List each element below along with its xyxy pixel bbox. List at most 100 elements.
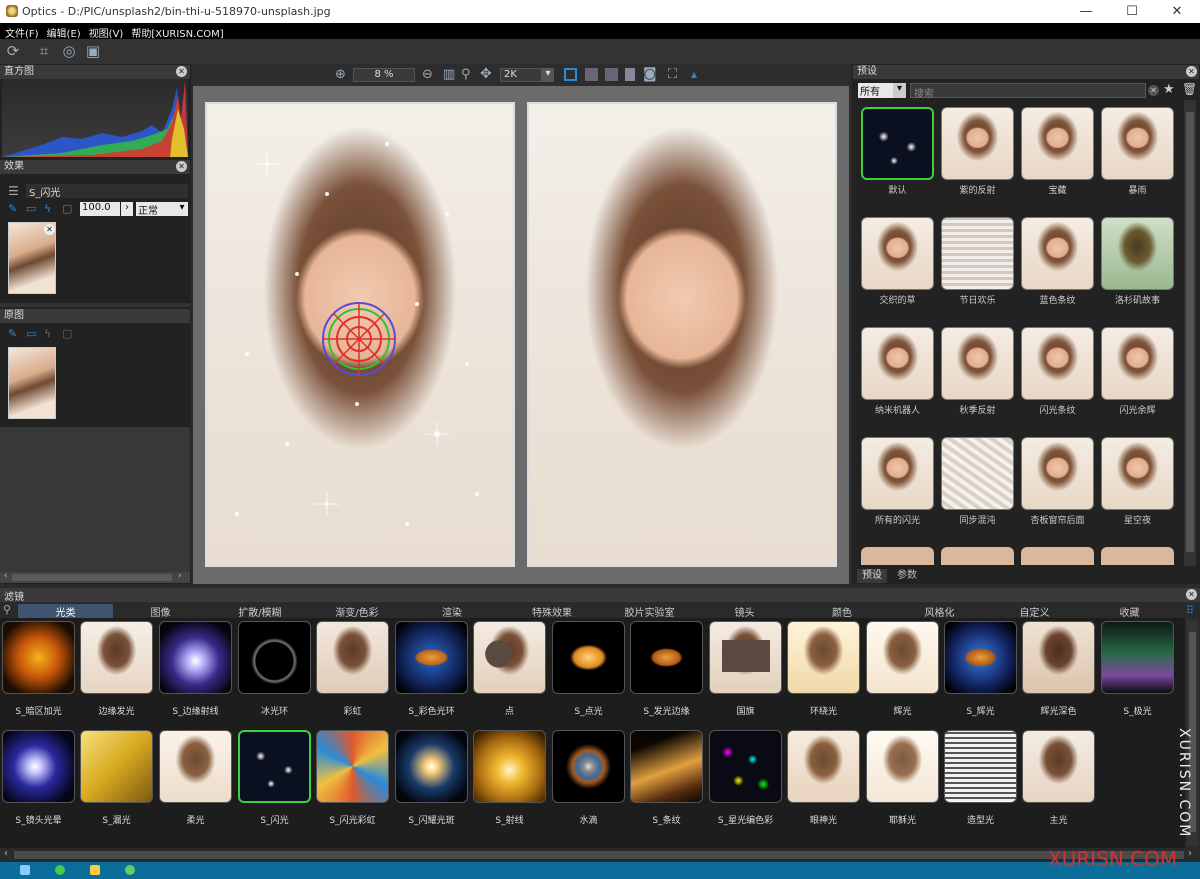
- blend-mode-select[interactable]: 正常: [136, 202, 176, 217]
- bottom-scrollbar[interactable]: ‹ ›: [0, 848, 1200, 862]
- clear-search-icon[interactable]: ✕: [1148, 85, 1159, 96]
- menu-edit[interactable]: 编辑(E): [42, 23, 84, 40]
- preset-search-input[interactable]: 搜索: [910, 83, 1146, 100]
- filter-tile[interactable]: 环绕光: [787, 621, 860, 721]
- maximize-button[interactable]: ☐: [1109, 0, 1155, 23]
- lightning-icon[interactable]: ϟ: [44, 202, 51, 215]
- original-lightning-icon[interactable]: ϟ: [44, 327, 51, 340]
- presets-scrollbar[interactable]: [1184, 100, 1196, 566]
- favorite-star-icon[interactable]: ★: [1163, 82, 1175, 97]
- filter-tile[interactable]: S_彩色光环: [395, 621, 468, 721]
- filter-tile[interactable]: 国旗: [709, 621, 782, 721]
- filter-tile[interactable]: S_边缘射线: [159, 621, 232, 721]
- preset-tile[interactable]: 秋季反射: [941, 327, 1014, 419]
- camera-icon[interactable]: ◙: [643, 66, 657, 82]
- scroll-left-icon[interactable]: ‹: [4, 571, 8, 581]
- category-tab[interactable]: 镜头: [697, 604, 792, 619]
- chevron-down-icon[interactable]: ▾: [176, 202, 188, 216]
- edit-layer-icon[interactable]: ✎: [8, 202, 17, 215]
- taskbar-app-icon[interactable]: [90, 865, 100, 875]
- original-edit-icon[interactable]: ✎: [8, 327, 17, 340]
- zoom-out-icon[interactable]: ⊖: [422, 67, 433, 82]
- trash-icon[interactable]: 🗑: [1182, 82, 1197, 96]
- filter-tile[interactable]: S_闪耀光斑: [395, 730, 468, 830]
- zoom-in-icon[interactable]: ⊕: [335, 67, 346, 82]
- preset-tile-partial[interactable]: [1021, 547, 1094, 565]
- preset-tile[interactable]: 纳米机器人: [861, 327, 934, 419]
- filter-tile[interactable]: 造型光: [944, 730, 1017, 830]
- filter-tile[interactable]: 辉光: [866, 621, 939, 721]
- close-button[interactable]: ✕: [1154, 0, 1200, 23]
- refresh-icon[interactable]: ⟳: [4, 42, 22, 60]
- preset-tile-partial[interactable]: [1101, 547, 1174, 565]
- opacity-input[interactable]: 100.0: [80, 202, 120, 216]
- menu-view[interactable]: 视图(V): [84, 23, 127, 40]
- layers-icon[interactable]: ☰: [8, 184, 19, 198]
- filter-tile[interactable]: 边缘发光: [80, 621, 153, 721]
- filter-tile[interactable]: S_闪光: [238, 730, 311, 830]
- filter-tile[interactable]: 彩虹: [316, 621, 389, 721]
- original-mask-icon[interactable]: ▢: [62, 327, 72, 340]
- grid-view-icon[interactable]: ⠿: [1186, 604, 1194, 617]
- effects-close-icon[interactable]: ✕: [176, 161, 187, 172]
- left-scroll-thumb[interactable]: [12, 574, 172, 581]
- taskbar-app-icon[interactable]: [125, 865, 135, 875]
- preset-tile-partial[interactable]: [941, 547, 1014, 565]
- preset-filter-select[interactable]: 所有: [858, 83, 894, 98]
- presets-scroll-thumb[interactable]: [1186, 112, 1194, 552]
- preset-tile[interactable]: 闪光余辉: [1101, 327, 1174, 419]
- magnifier-icon[interactable]: ⚲: [461, 67, 471, 82]
- filter-tile[interactable]: S_闪光彩虹: [316, 730, 389, 830]
- scroll-right-icon[interactable]: ›: [178, 571, 182, 581]
- preset-tile[interactable]: 闪光条纹: [1021, 327, 1094, 419]
- filter-tile[interactable]: 点: [473, 621, 546, 721]
- filter-tile[interactable]: 柔光: [159, 730, 232, 830]
- opacity-arrow-icon[interactable]: ›: [121, 202, 133, 216]
- monitor-icon[interactable]: ▭: [26, 202, 36, 215]
- category-tab[interactable]: 特殊效果: [502, 604, 602, 619]
- preset-tile[interactable]: 交织的草: [861, 217, 934, 309]
- filter-tile[interactable]: S_条纹: [630, 730, 703, 830]
- flare-center-handle[interactable]: [319, 299, 399, 379]
- category-tab[interactable]: 收藏: [1082, 604, 1177, 619]
- filter-tile[interactable]: S_点光: [552, 621, 625, 721]
- preset-tile[interactable]: 紫的反射: [941, 107, 1014, 199]
- filter-tile[interactable]: 眼神光: [787, 730, 860, 830]
- zoom-input[interactable]: 8 %: [353, 68, 415, 82]
- bottom-scroll-right-icon[interactable]: ›: [1188, 848, 1192, 859]
- filter-tile[interactable]: S_暗区加光: [2, 621, 75, 721]
- mask-icon[interactable]: ◎: [60, 42, 78, 60]
- filter-tile[interactable]: S_发光边缘: [630, 621, 703, 721]
- mask-small-icon[interactable]: ▢: [62, 202, 72, 215]
- category-tab[interactable]: 颜色: [792, 604, 892, 619]
- single-view-icon[interactable]: [625, 68, 635, 81]
- filter-tile[interactable]: S_镜头光晕: [2, 730, 75, 830]
- filter-tile[interactable]: S_辉光: [944, 621, 1017, 721]
- category-tab[interactable]: 扩散/模糊: [208, 604, 312, 619]
- filter-tile[interactable]: 冰光环: [238, 621, 311, 721]
- fit-icon[interactable]: ▥: [443, 67, 455, 82]
- preview-after[interactable]: [205, 102, 515, 567]
- taskbar-app-icon[interactable]: [20, 865, 30, 875]
- histogram-close-icon[interactable]: ✕: [176, 66, 187, 77]
- filter-tile[interactable]: S_极光: [1101, 621, 1174, 721]
- remove-layer-icon[interactable]: ✕: [44, 224, 55, 235]
- pan-icon[interactable]: ✥: [480, 66, 492, 82]
- size-select[interactable]: 2K: [500, 68, 542, 82]
- filter-tile[interactable]: S_漏光: [80, 730, 153, 830]
- side-by-side-icon[interactable]: [585, 68, 598, 81]
- crop-icon[interactable]: ⌗: [35, 42, 53, 60]
- preset-tile[interactable]: 同步混沌: [941, 437, 1014, 529]
- filter-tile[interactable]: S_星光编色彩: [709, 730, 782, 830]
- category-tab[interactable]: 自定义: [987, 604, 1082, 619]
- preset-tile[interactable]: 蓝色条纹: [1021, 217, 1094, 309]
- bottom-scroll-left-icon[interactable]: ‹: [4, 848, 8, 859]
- preset-tile[interactable]: 节日欢乐: [941, 217, 1014, 309]
- minimize-button[interactable]: —: [1063, 0, 1109, 23]
- filter-search-icon[interactable]: ⚲: [3, 603, 11, 616]
- filter-tile[interactable]: 水滴: [552, 730, 625, 830]
- left-scrollbar[interactable]: ‹ ›: [0, 571, 190, 583]
- fullscreen-icon[interactable]: ⛶: [668, 67, 677, 82]
- presets-close-icon[interactable]: ✕: [1186, 66, 1197, 77]
- preset-tile[interactable]: 宝藏: [1021, 107, 1094, 199]
